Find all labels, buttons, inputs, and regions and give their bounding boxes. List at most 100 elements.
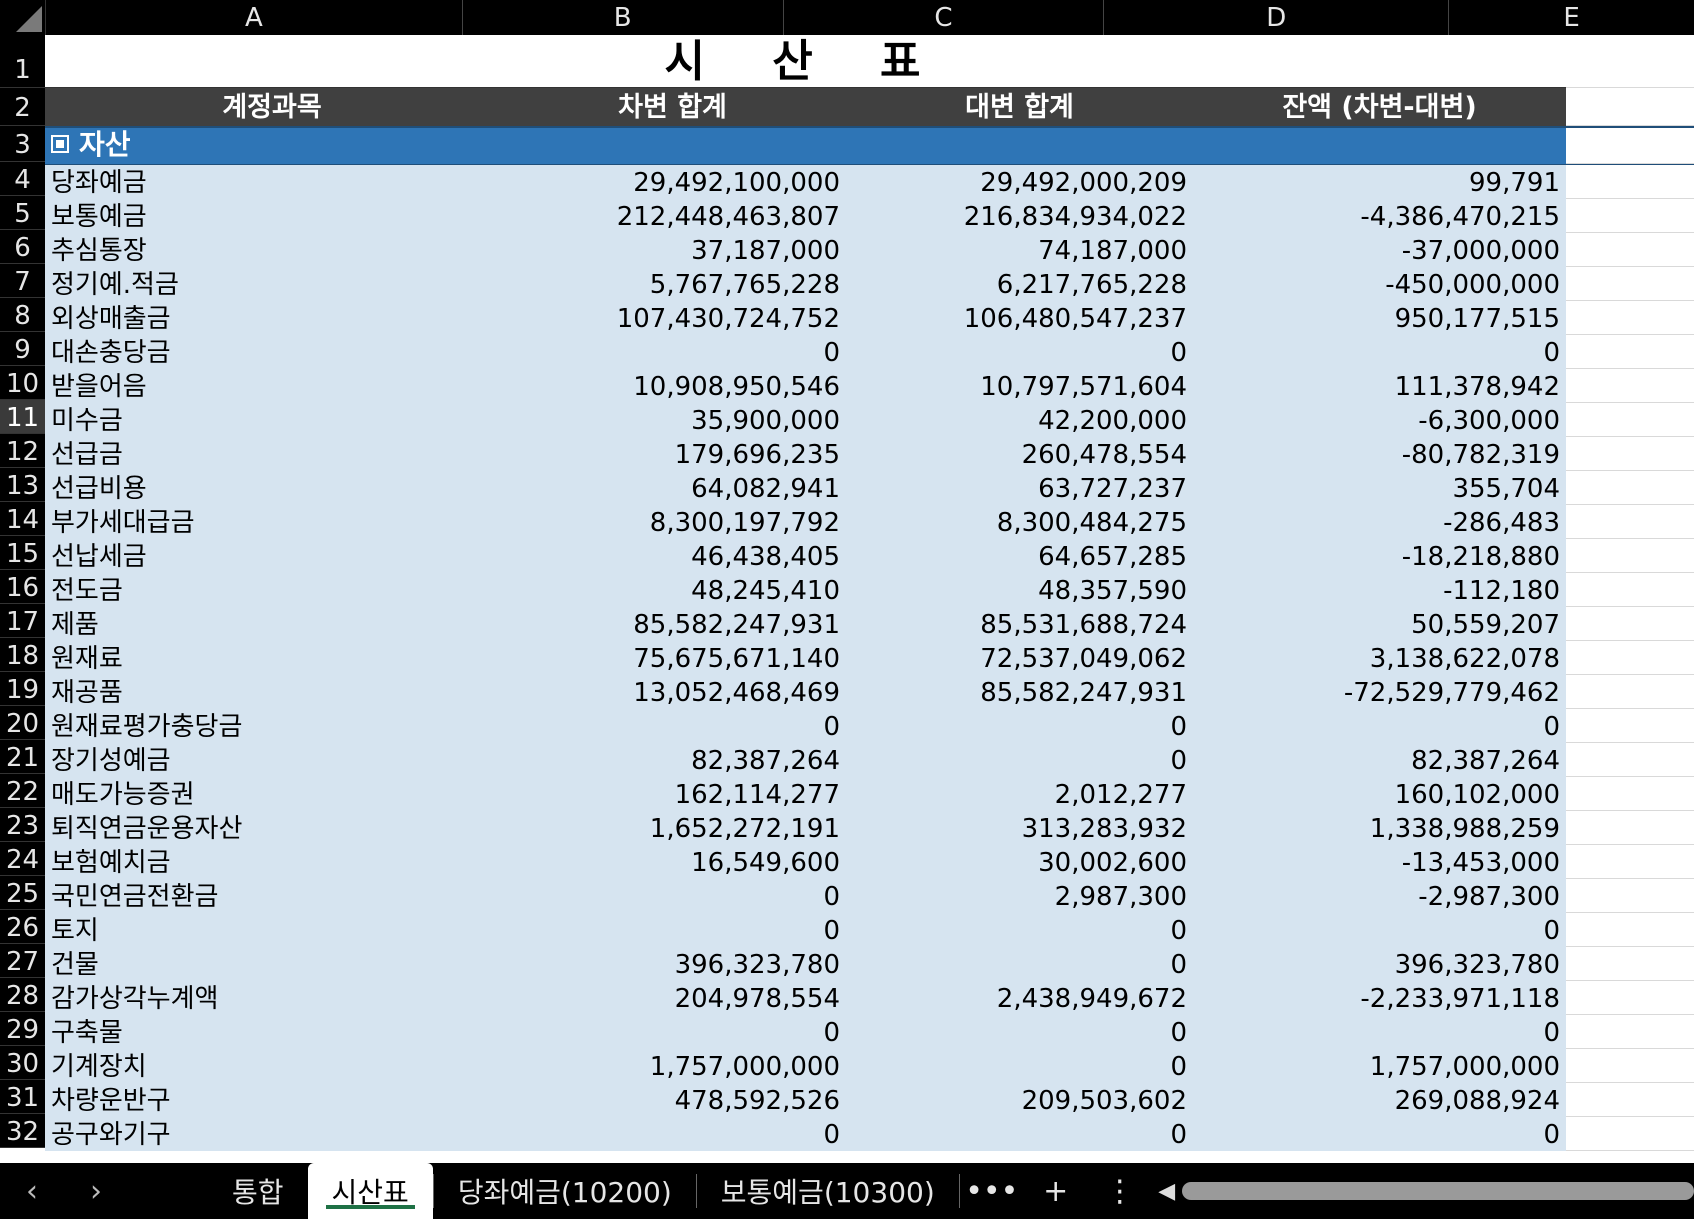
cell-credit[interactable]: 209,503,602 [846, 1083, 1193, 1117]
cell-account[interactable]: 국민연금전환금 [45, 879, 499, 913]
cell-credit[interactable]: 2,987,300 [846, 879, 1193, 913]
cell-credit[interactable]: 48,357,590 [846, 573, 1193, 607]
cell-credit[interactable]: 0 [846, 1117, 1193, 1151]
cell-debit[interactable]: 10,908,950,546 [499, 369, 846, 403]
row-header[interactable]: 11 [0, 400, 45, 434]
cell-balance[interactable]: 1,757,000,000 [1193, 1049, 1566, 1083]
cell-credit[interactable]: 0 [846, 335, 1193, 369]
empty-cell[interactable] [1566, 709, 1694, 743]
cell-debit[interactable]: 16,549,600 [499, 845, 846, 879]
row-header[interactable]: 10 [0, 366, 45, 400]
row-header[interactable]: 9 [0, 332, 45, 366]
empty-cell[interactable] [1566, 981, 1694, 1015]
column-header-a[interactable]: A [46, 0, 463, 35]
cell-account[interactable]: 원재료 [45, 641, 499, 675]
cell-account[interactable]: 대손충당금 [45, 335, 499, 369]
cell-credit[interactable]: 74,187,000 [846, 233, 1193, 267]
cell-balance[interactable]: -72,529,779,462 [1193, 675, 1566, 709]
tab-checking-deposit[interactable]: 당좌예금(10200) [434, 1163, 696, 1219]
cell-debit[interactable]: 179,696,235 [499, 437, 846, 471]
row-header[interactable]: 27 [0, 944, 45, 978]
select-all-button[interactable] [0, 0, 46, 35]
cell-credit[interactable]: 72,537,049,062 [846, 641, 1193, 675]
scroll-left-icon[interactable]: ◀ [1152, 1179, 1182, 1204]
cell-balance[interactable]: 3,138,622,078 [1193, 641, 1566, 675]
header-credit[interactable]: 대변 합계 [846, 88, 1193, 126]
cell-debit[interactable]: 478,592,526 [499, 1083, 846, 1117]
cell-debit[interactable]: 1,652,272,191 [499, 811, 846, 845]
header-debit[interactable]: 차변 합계 [499, 88, 846, 126]
row-header[interactable]: 29 [0, 1012, 45, 1046]
cell-balance[interactable]: 0 [1193, 709, 1566, 743]
row-header[interactable]: 21 [0, 740, 45, 774]
row-header[interactable]: 6 [0, 230, 45, 264]
empty-cell[interactable] [1566, 777, 1694, 811]
empty-cell[interactable] [1566, 675, 1694, 709]
cell-balance[interactable]: 0 [1193, 1015, 1566, 1049]
column-header-e[interactable]: E [1449, 0, 1694, 35]
cell-account[interactable]: 선급비용 [45, 471, 499, 505]
options-icon[interactable]: ⋮ [1088, 1174, 1152, 1209]
cell-credit[interactable]: 2,012,277 [846, 777, 1193, 811]
cell-credit[interactable]: 8,300,484,275 [846, 505, 1193, 539]
cell-credit[interactable]: 2,438,949,672 [846, 981, 1193, 1015]
empty-cell[interactable] [1566, 1117, 1694, 1151]
empty-cell[interactable] [1566, 1049, 1694, 1083]
cell-credit[interactable]: 106,480,547,237 [846, 301, 1193, 335]
cell-balance[interactable]: -6,300,000 [1193, 403, 1566, 437]
cell-balance[interactable]: 396,323,780 [1193, 947, 1566, 981]
cell-credit[interactable]: 0 [846, 913, 1193, 947]
row-header[interactable]: 3 [0, 126, 45, 162]
cell-debit[interactable]: 46,438,405 [499, 539, 846, 573]
cell-account[interactable]: 보통예금 [45, 199, 499, 233]
empty-cell[interactable] [1566, 301, 1694, 335]
horizontal-scrollbar[interactable] [1181, 1182, 1694, 1200]
cell-balance[interactable]: 50,559,207 [1193, 607, 1566, 641]
empty-cell[interactable] [1566, 267, 1694, 301]
more-sheets-icon[interactable]: ••• [960, 1174, 1024, 1209]
row-header[interactable]: 25 [0, 876, 45, 910]
cell-account[interactable]: 퇴직연금운용자산 [45, 811, 499, 845]
cell-balance[interactable]: 99,791 [1193, 165, 1566, 199]
cell-debit[interactable]: 162,114,277 [499, 777, 846, 811]
cell-debit[interactable]: 75,675,671,140 [499, 641, 846, 675]
cell-account[interactable]: 원재료평가충당금 [45, 709, 499, 743]
cell-debit[interactable]: 64,082,941 [499, 471, 846, 505]
empty-cell[interactable] [1566, 403, 1694, 437]
cell-balance[interactable]: -112,180 [1193, 573, 1566, 607]
cell-balance[interactable]: -4,386,470,215 [1193, 199, 1566, 233]
cell-debit[interactable]: 212,448,463,807 [499, 199, 846, 233]
row-header[interactable]: 5 [0, 196, 45, 230]
row-header[interactable]: 20 [0, 706, 45, 740]
cell-account[interactable]: 차량운반구 [45, 1083, 499, 1117]
row-header[interactable]: 22 [0, 774, 45, 808]
cell-credit[interactable]: 0 [846, 1049, 1193, 1083]
next-sheet-icon[interactable]: › [64, 1174, 128, 1209]
cell-balance[interactable]: 160,102,000 [1193, 777, 1566, 811]
cell-debit[interactable]: 0 [499, 879, 846, 913]
row-header[interactable]: 1 [0, 35, 45, 88]
cell-balance[interactable]: 269,088,924 [1193, 1083, 1566, 1117]
cell-account[interactable]: 장기성예금 [45, 743, 499, 777]
empty-cell[interactable] [1566, 471, 1694, 505]
cell-balance[interactable]: -286,483 [1193, 505, 1566, 539]
cell-balance[interactable]: -18,218,880 [1193, 539, 1566, 573]
column-header-b[interactable]: B [463, 0, 784, 35]
cell-credit[interactable]: 30,002,600 [846, 845, 1193, 879]
cell-account[interactable]: 기계장치 [45, 1049, 499, 1083]
cell-debit[interactable]: 5,767,765,228 [499, 267, 846, 301]
cell-account[interactable]: 전도금 [45, 573, 499, 607]
cell-debit[interactable]: 204,978,554 [499, 981, 846, 1015]
cell-credit[interactable]: 0 [846, 1015, 1193, 1049]
cell-account[interactable]: 구축물 [45, 1015, 499, 1049]
cell-debit[interactable]: 0 [499, 335, 846, 369]
tab-ordinary-deposit[interactable]: 보통예금(10300) [697, 1163, 959, 1219]
cell-debit[interactable]: 0 [499, 913, 846, 947]
empty-cell[interactable] [1566, 335, 1694, 369]
empty-cell[interactable] [1566, 505, 1694, 539]
empty-cell[interactable] [1566, 1083, 1694, 1117]
row-header[interactable]: 13 [0, 468, 45, 502]
section-cell[interactable]: 자산 [45, 128, 1566, 164]
cell-debit[interactable]: 29,492,100,000 [499, 165, 846, 199]
cell-account[interactable]: 토지 [45, 913, 499, 947]
